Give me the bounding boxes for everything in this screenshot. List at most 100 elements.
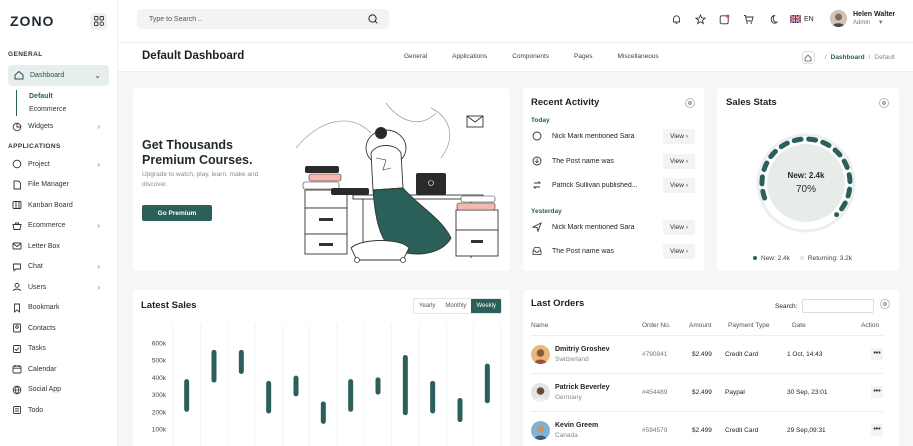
tab-weekly[interactable]: Weekly bbox=[471, 299, 501, 313]
chevron-down-icon: ⌄ bbox=[94, 70, 101, 80]
studying-person-illustration bbox=[295, 102, 499, 263]
tab-yearly[interactable]: Yearly bbox=[413, 299, 441, 313]
avatar bbox=[531, 383, 550, 402]
view-button[interactable]: View › bbox=[663, 219, 695, 235]
courses-subtitle: Upgrade to watch, play, learn, make and … bbox=[142, 171, 259, 188]
view-label: View bbox=[670, 247, 684, 255]
sidebar-item-project[interactable]: Project › bbox=[0, 154, 117, 175]
column-header-name: Name bbox=[531, 322, 549, 329]
legend-item-new: New: 2.4k bbox=[753, 255, 790, 262]
logo[interactable]: ZONO bbox=[10, 13, 54, 29]
avatar bbox=[830, 10, 847, 27]
sidebar-item-label: Ecommerce bbox=[28, 222, 66, 230]
search-label: Search: bbox=[775, 302, 798, 310]
order-number: #454489 bbox=[642, 389, 668, 396]
view-button[interactable]: View › bbox=[663, 177, 695, 193]
download-icon bbox=[531, 156, 542, 167]
sales-bar bbox=[457, 398, 463, 423]
more-actions-icon[interactable]: ••• bbox=[871, 386, 883, 398]
message-box-icon[interactable] bbox=[718, 13, 730, 25]
sidebar-item-kanban-board[interactable]: Kanban Board bbox=[0, 195, 117, 216]
star-icon[interactable] bbox=[694, 13, 706, 25]
sidebar-item-social-app[interactable]: Social App bbox=[0, 380, 117, 401]
home-icon[interactable] bbox=[801, 51, 815, 64]
grid-icon bbox=[93, 16, 104, 26]
sidebar-item-label: Project bbox=[28, 160, 50, 168]
sales-stats-title: Sales Stats bbox=[726, 97, 777, 108]
menu-item-applications[interactable]: Applications bbox=[452, 53, 487, 60]
project-icon bbox=[12, 159, 22, 169]
more-actions-icon[interactable]: ••• bbox=[871, 348, 883, 360]
search-icon[interactable] bbox=[368, 14, 378, 26]
sidebar-item-ecommerce[interactable]: Ecommerce › bbox=[0, 216, 117, 237]
breadcrumb: / Dashboard / Default bbox=[801, 51, 895, 64]
moon-icon[interactable] bbox=[766, 13, 778, 25]
sidebar-item-label: Social App bbox=[28, 386, 62, 394]
sidebar-item-chat[interactable]: Chat › bbox=[0, 257, 117, 278]
sidebar-item-bookmark[interactable]: Bookmark bbox=[0, 298, 117, 319]
user-role-row: Admin ▼ bbox=[853, 20, 895, 26]
y-tick-label: 400k bbox=[152, 375, 167, 382]
sales-period-tabs: Yearly Monthly Weekly bbox=[412, 298, 502, 314]
search-input[interactable] bbox=[149, 15, 369, 23]
activity-row: Nick Mark mentioned Sara View › bbox=[531, 218, 695, 236]
tab-monthly[interactable]: Monthly bbox=[440, 299, 472, 313]
customer-country: Germany bbox=[555, 394, 582, 401]
mega-menu: General Applications Components Pages Mi… bbox=[404, 53, 684, 60]
caret-down-icon: ▼ bbox=[877, 20, 884, 26]
language-label: EN bbox=[804, 15, 814, 23]
chevron-right-icon: › bbox=[685, 132, 688, 140]
chevron-right-icon: › bbox=[97, 262, 100, 272]
activity-row: The Post name was View › bbox=[531, 152, 695, 170]
sidebar: ZONO GENERAL Dashboard ⌄ Default Ecommer… bbox=[0, 0, 118, 446]
user-profile[interactable]: Helen Walter Admin ▼ bbox=[830, 10, 895, 27]
exchange-icon bbox=[531, 180, 542, 191]
gear-icon[interactable] bbox=[880, 299, 890, 309]
view-button[interactable]: View › bbox=[663, 128, 695, 144]
view-button[interactable]: View › bbox=[663, 153, 695, 169]
go-premium-button[interactable]: Go Premium bbox=[142, 205, 212, 221]
sidebar-item-tasks[interactable]: Tasks bbox=[0, 339, 117, 360]
premium-courses-card: Get Thousands Premium Courses. Upgrade t… bbox=[133, 88, 510, 271]
sales-bar bbox=[348, 379, 354, 412]
sidebar-item-contacts[interactable]: Contacts bbox=[0, 318, 117, 339]
cart-icon[interactable] bbox=[742, 13, 754, 25]
courses-title: Get Thousands Premium Courses. bbox=[142, 138, 253, 167]
sidebar-item-dashboard[interactable]: Dashboard ⌄ bbox=[8, 65, 109, 86]
grid-toggle-button[interactable] bbox=[90, 12, 107, 30]
menu-item-general[interactable]: General bbox=[404, 53, 427, 60]
sidebar-item-users[interactable]: Users › bbox=[0, 277, 117, 298]
orders-search-input[interactable] bbox=[802, 299, 875, 313]
menu-item-pages[interactable]: Pages bbox=[574, 53, 592, 60]
order-amount: $2.499 bbox=[692, 427, 712, 434]
submenu-item-ecommerce[interactable]: Ecommerce bbox=[29, 103, 117, 116]
sidebar-item-calendar[interactable]: Calendar bbox=[0, 359, 117, 380]
gear-icon[interactable] bbox=[879, 98, 889, 108]
sidebar-item-file-manager[interactable]: File Manager bbox=[0, 175, 117, 196]
tasks-icon bbox=[12, 344, 22, 354]
sales-bar bbox=[266, 380, 272, 414]
breadcrumb-dashboard[interactable]: Dashboard bbox=[831, 54, 865, 61]
view-button[interactable]: View › bbox=[663, 243, 695, 259]
sales-bar bbox=[320, 401, 326, 424]
activity-row: Patrick Sullivan published... View › bbox=[531, 176, 695, 194]
view-label: View bbox=[670, 223, 684, 231]
gear-icon[interactable] bbox=[685, 98, 695, 108]
payment-type: Paypal bbox=[725, 389, 745, 396]
sidebar-item-widgets[interactable]: Widgets › bbox=[0, 117, 117, 138]
sidebar-item-letter-box[interactable]: Letter Box bbox=[0, 236, 117, 257]
language-selector[interactable]: EN bbox=[790, 15, 814, 23]
order-number: #594579 bbox=[642, 427, 668, 434]
sidebar-item-label: Dashboard bbox=[30, 71, 65, 79]
avatar bbox=[531, 345, 550, 364]
sidebar-item-todo[interactable]: Todo bbox=[0, 400, 117, 421]
chevron-right-icon: › bbox=[97, 282, 100, 292]
menu-item-miscellaneous[interactable]: Miscellaneous bbox=[617, 53, 658, 60]
more-actions-icon[interactable]: ••• bbox=[871, 424, 883, 436]
menu-item-components[interactable]: Components bbox=[512, 53, 549, 60]
order-date: 1 Oct, 14:43 bbox=[787, 351, 823, 358]
widgets-icon bbox=[12, 122, 22, 132]
column-header-amount: Amount bbox=[689, 322, 712, 329]
bell-icon[interactable] bbox=[670, 13, 682, 25]
submenu-item-default[interactable]: Default bbox=[29, 90, 117, 103]
